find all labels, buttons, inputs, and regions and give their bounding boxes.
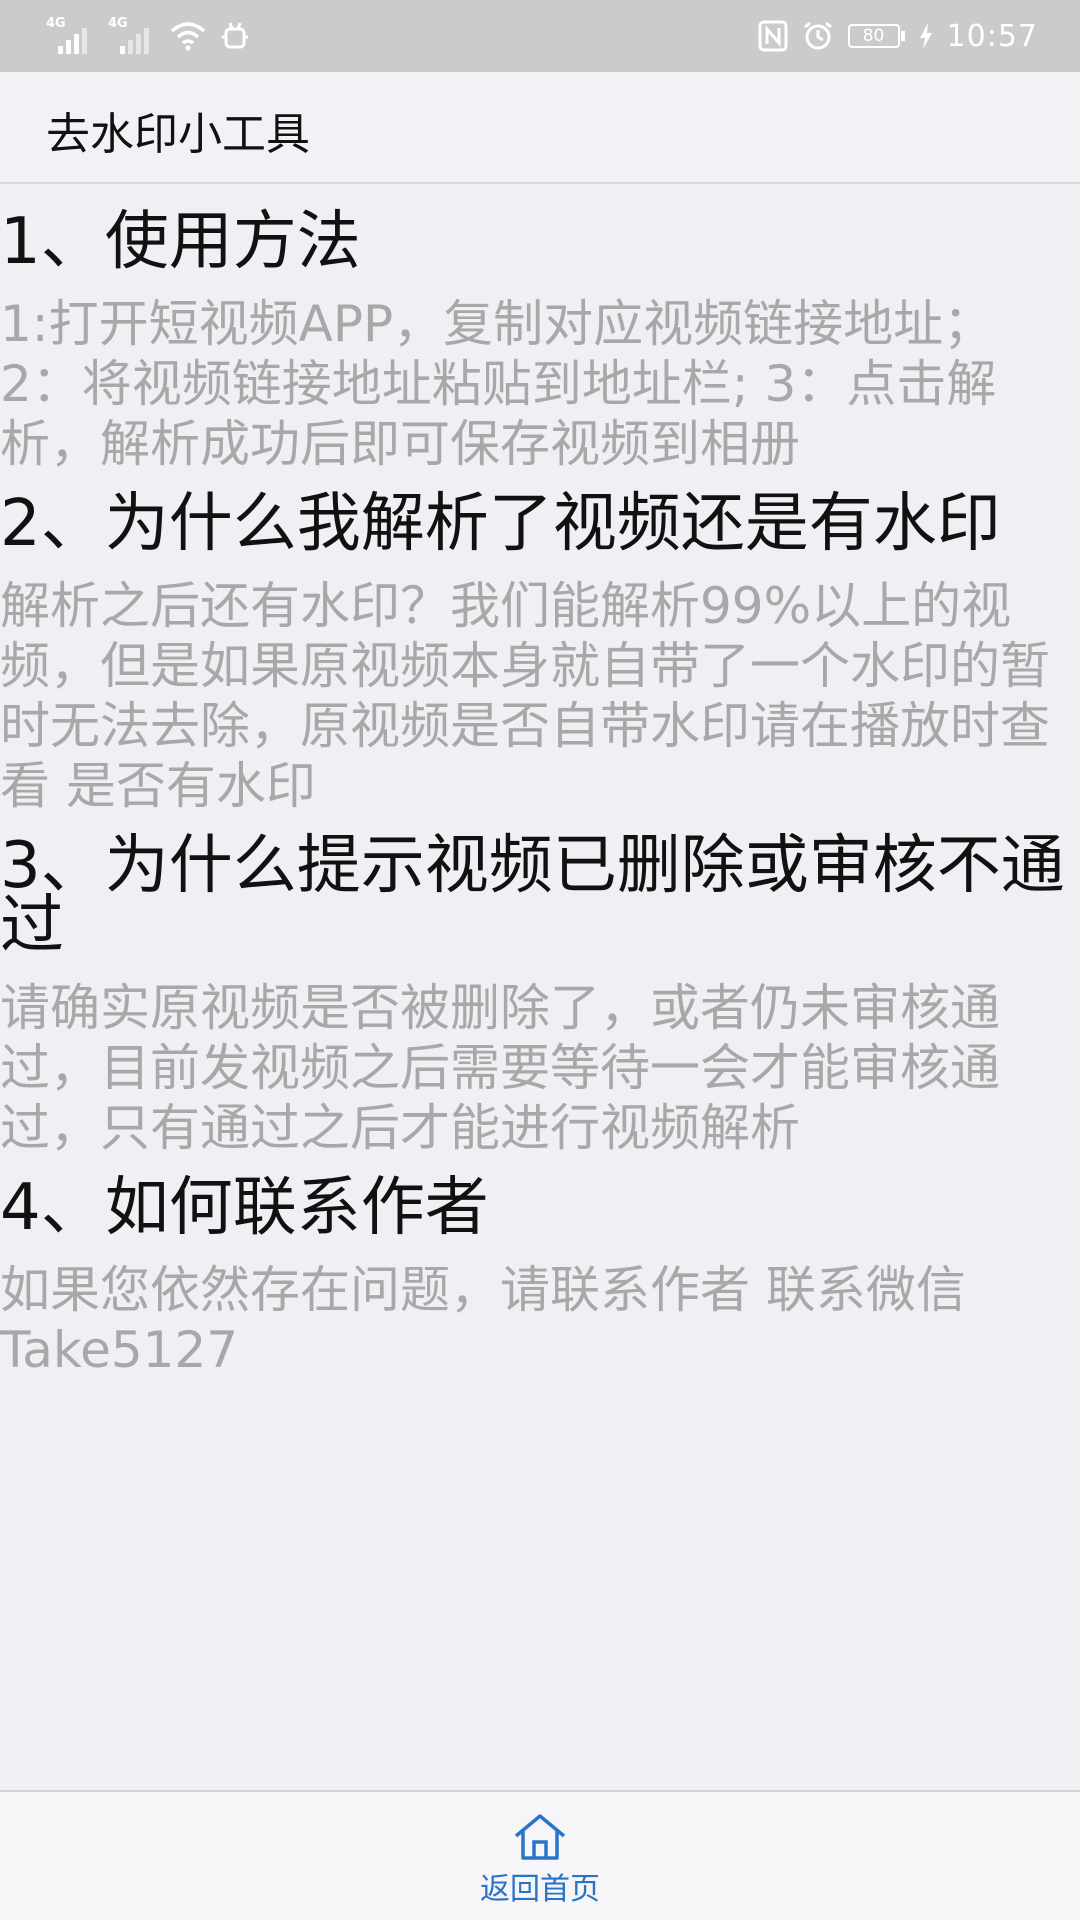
- faq-section-4: 4、如何联系作者 如果您依然存在问题，请联系作者 联系微信 Take5127: [0, 1171, 1080, 1380]
- section-body: 如果您依然存在问题，请联系作者 联系微信 Take5127: [0, 1261, 966, 1379]
- section-body: 请确实原视频是否被删除了，或者仍未审核通过，目前发视频之后需要等待一会才能审核通…: [0, 979, 1000, 1157]
- faq-section-1: 1、使用方法 1:打开短视频APP，复制对应视频链接地址； 2：将视频链接地址粘…: [0, 205, 1080, 474]
- faq-section-3: 3、为什么提示视频已删除或审核不通过 请确实原视频是否被删除了，或者仍未审核通过…: [0, 829, 1080, 1158]
- cellular-signal-icon-2: 4G: [108, 16, 156, 54]
- battery-level: 80: [847, 24, 900, 48]
- home-tab-button[interactable]: 返回首页: [460, 1812, 620, 1912]
- charging-icon: [919, 23, 932, 49]
- nfc-icon: [758, 20, 788, 52]
- section-body: 1:打开短视频APP，复制对应视频链接地址； 2：将视频链接地址粘贴到地址栏; …: [0, 295, 997, 473]
- section-heading: 1、使用方法: [0, 205, 361, 279]
- section-heading: 3、为什么提示视频已删除或审核不通过: [0, 829, 1065, 963]
- app-title-bar: 去水印小工具: [0, 72, 1080, 184]
- faq-content: 1、使用方法 1:打开短视频APP，复制对应视频链接地址； 2：将视频链接地址粘…: [0, 200, 1080, 1400]
- android-debug-icon: [222, 22, 248, 49]
- home-icon: [514, 1814, 566, 1860]
- status-bar: 4G 4G 80 10:57: [0, 0, 1080, 72]
- wifi-icon: [170, 22, 206, 51]
- clock: 10:57: [946, 18, 1038, 54]
- status-left: 4G 4G: [46, 14, 250, 58]
- alarm-icon: [803, 21, 832, 50]
- page-title: 去水印小工具: [46, 109, 310, 160]
- battery-icon: 80: [847, 24, 905, 48]
- section-heading: 4、如何联系作者: [0, 1171, 489, 1245]
- section-body: 解析之后还有水印？我们能解析99%以上的视频，但是如果原视频本身就自带了一个水印…: [0, 577, 1050, 815]
- cellular-signal-icon: 4G: [46, 16, 94, 54]
- status-right: 80 10:57: [758, 14, 1038, 58]
- bottom-navigation: 返回首页: [0, 1790, 1080, 1920]
- section-heading: 2、为什么我解析了视频还是有水印: [0, 487, 1001, 561]
- faq-section-2: 2、为什么我解析了视频还是有水印 解析之后还有水印？我们能解析99%以上的视频，…: [0, 487, 1080, 816]
- home-tab-label: 返回首页: [480, 1872, 600, 1907]
